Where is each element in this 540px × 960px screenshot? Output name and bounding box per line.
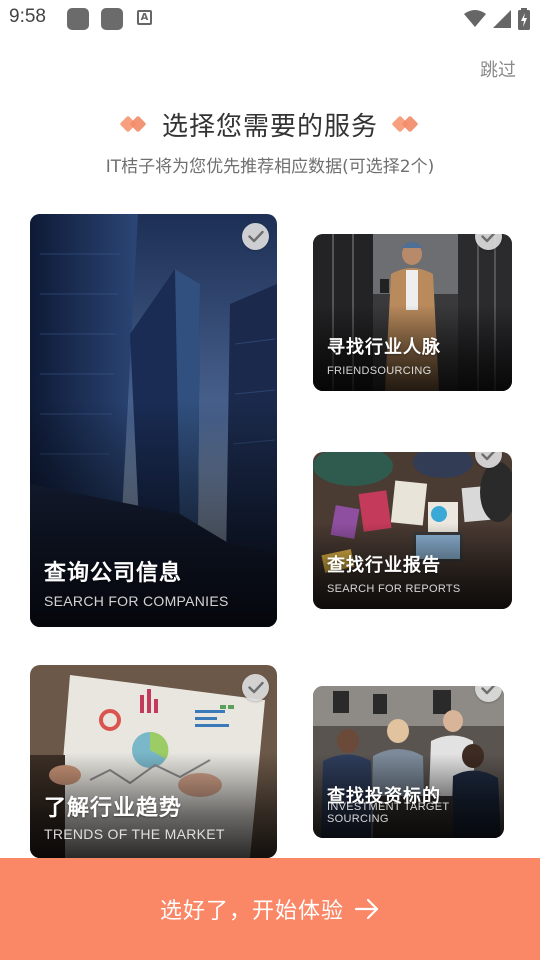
card-subtitle: SEARCH FOR COMPANIES — [44, 593, 229, 609]
service-card-companies[interactable]: 查询公司信息 SEARCH FOR COMPANIES — [30, 214, 277, 627]
card-title: 查询公司信息 — [44, 561, 183, 586]
check-toggle-icon[interactable] — [242, 674, 269, 701]
battery-charging-icon — [518, 8, 530, 30]
card-title: 查找行业报告 — [327, 555, 441, 576]
check-toggle-icon[interactable] — [242, 223, 269, 250]
card-title: 寻找行业人脉 — [327, 337, 441, 358]
card-subtitle: TRENDS OF THE MARKET — [44, 826, 225, 842]
heading-row: 选择您需要的服务 — [0, 104, 540, 144]
arrow-right-icon — [354, 898, 379, 920]
service-card-friends[interactable]: 寻找行业人脉 FRIENDSOURCING — [313, 234, 512, 391]
card-subtitle: FRIENDSOURCING — [327, 365, 432, 377]
diamond-decoration-icon — [119, 114, 148, 134]
diamond-decoration-icon — [391, 114, 420, 134]
status-icons — [464, 7, 530, 31]
start-button-label: 选好了，开始体验 — [159, 899, 344, 924]
card-subtitle: SEARCH FOR REPORTS — [327, 583, 461, 595]
page-subtitle: IT桔子将为您优先推荐相应数据(可选择2个) — [105, 157, 435, 177]
service-card-reports[interactable]: 查找行业报告 SEARCH FOR REPORTS — [313, 452, 512, 609]
service-card-investment[interactable]: 查找投资标的 INVESTMENT TARGET SOURCING — [313, 686, 504, 838]
skip-button[interactable]: 跳过 — [480, 56, 516, 82]
app-notification-icon — [101, 8, 123, 30]
status-bar: 9:58 A — [0, 0, 540, 38]
wifi-icon — [464, 10, 486, 27]
page-title: 选择您需要的服务 — [161, 111, 378, 142]
card-subtitle: INVESTMENT TARGET SOURCING — [327, 801, 450, 825]
card-title: 了解行业趋势 — [44, 796, 183, 821]
signal-icon — [493, 10, 511, 28]
app-notification-icon — [67, 8, 89, 30]
service-card-trends[interactable]: 了解行业趋势 TRENDS OF THE MARKET — [30, 665, 277, 858]
start-button[interactable]: 选好了，开始体验 — [0, 858, 540, 960]
a-badge-icon: A — [137, 10, 152, 25]
status-time: 9:58 — [9, 6, 46, 27]
